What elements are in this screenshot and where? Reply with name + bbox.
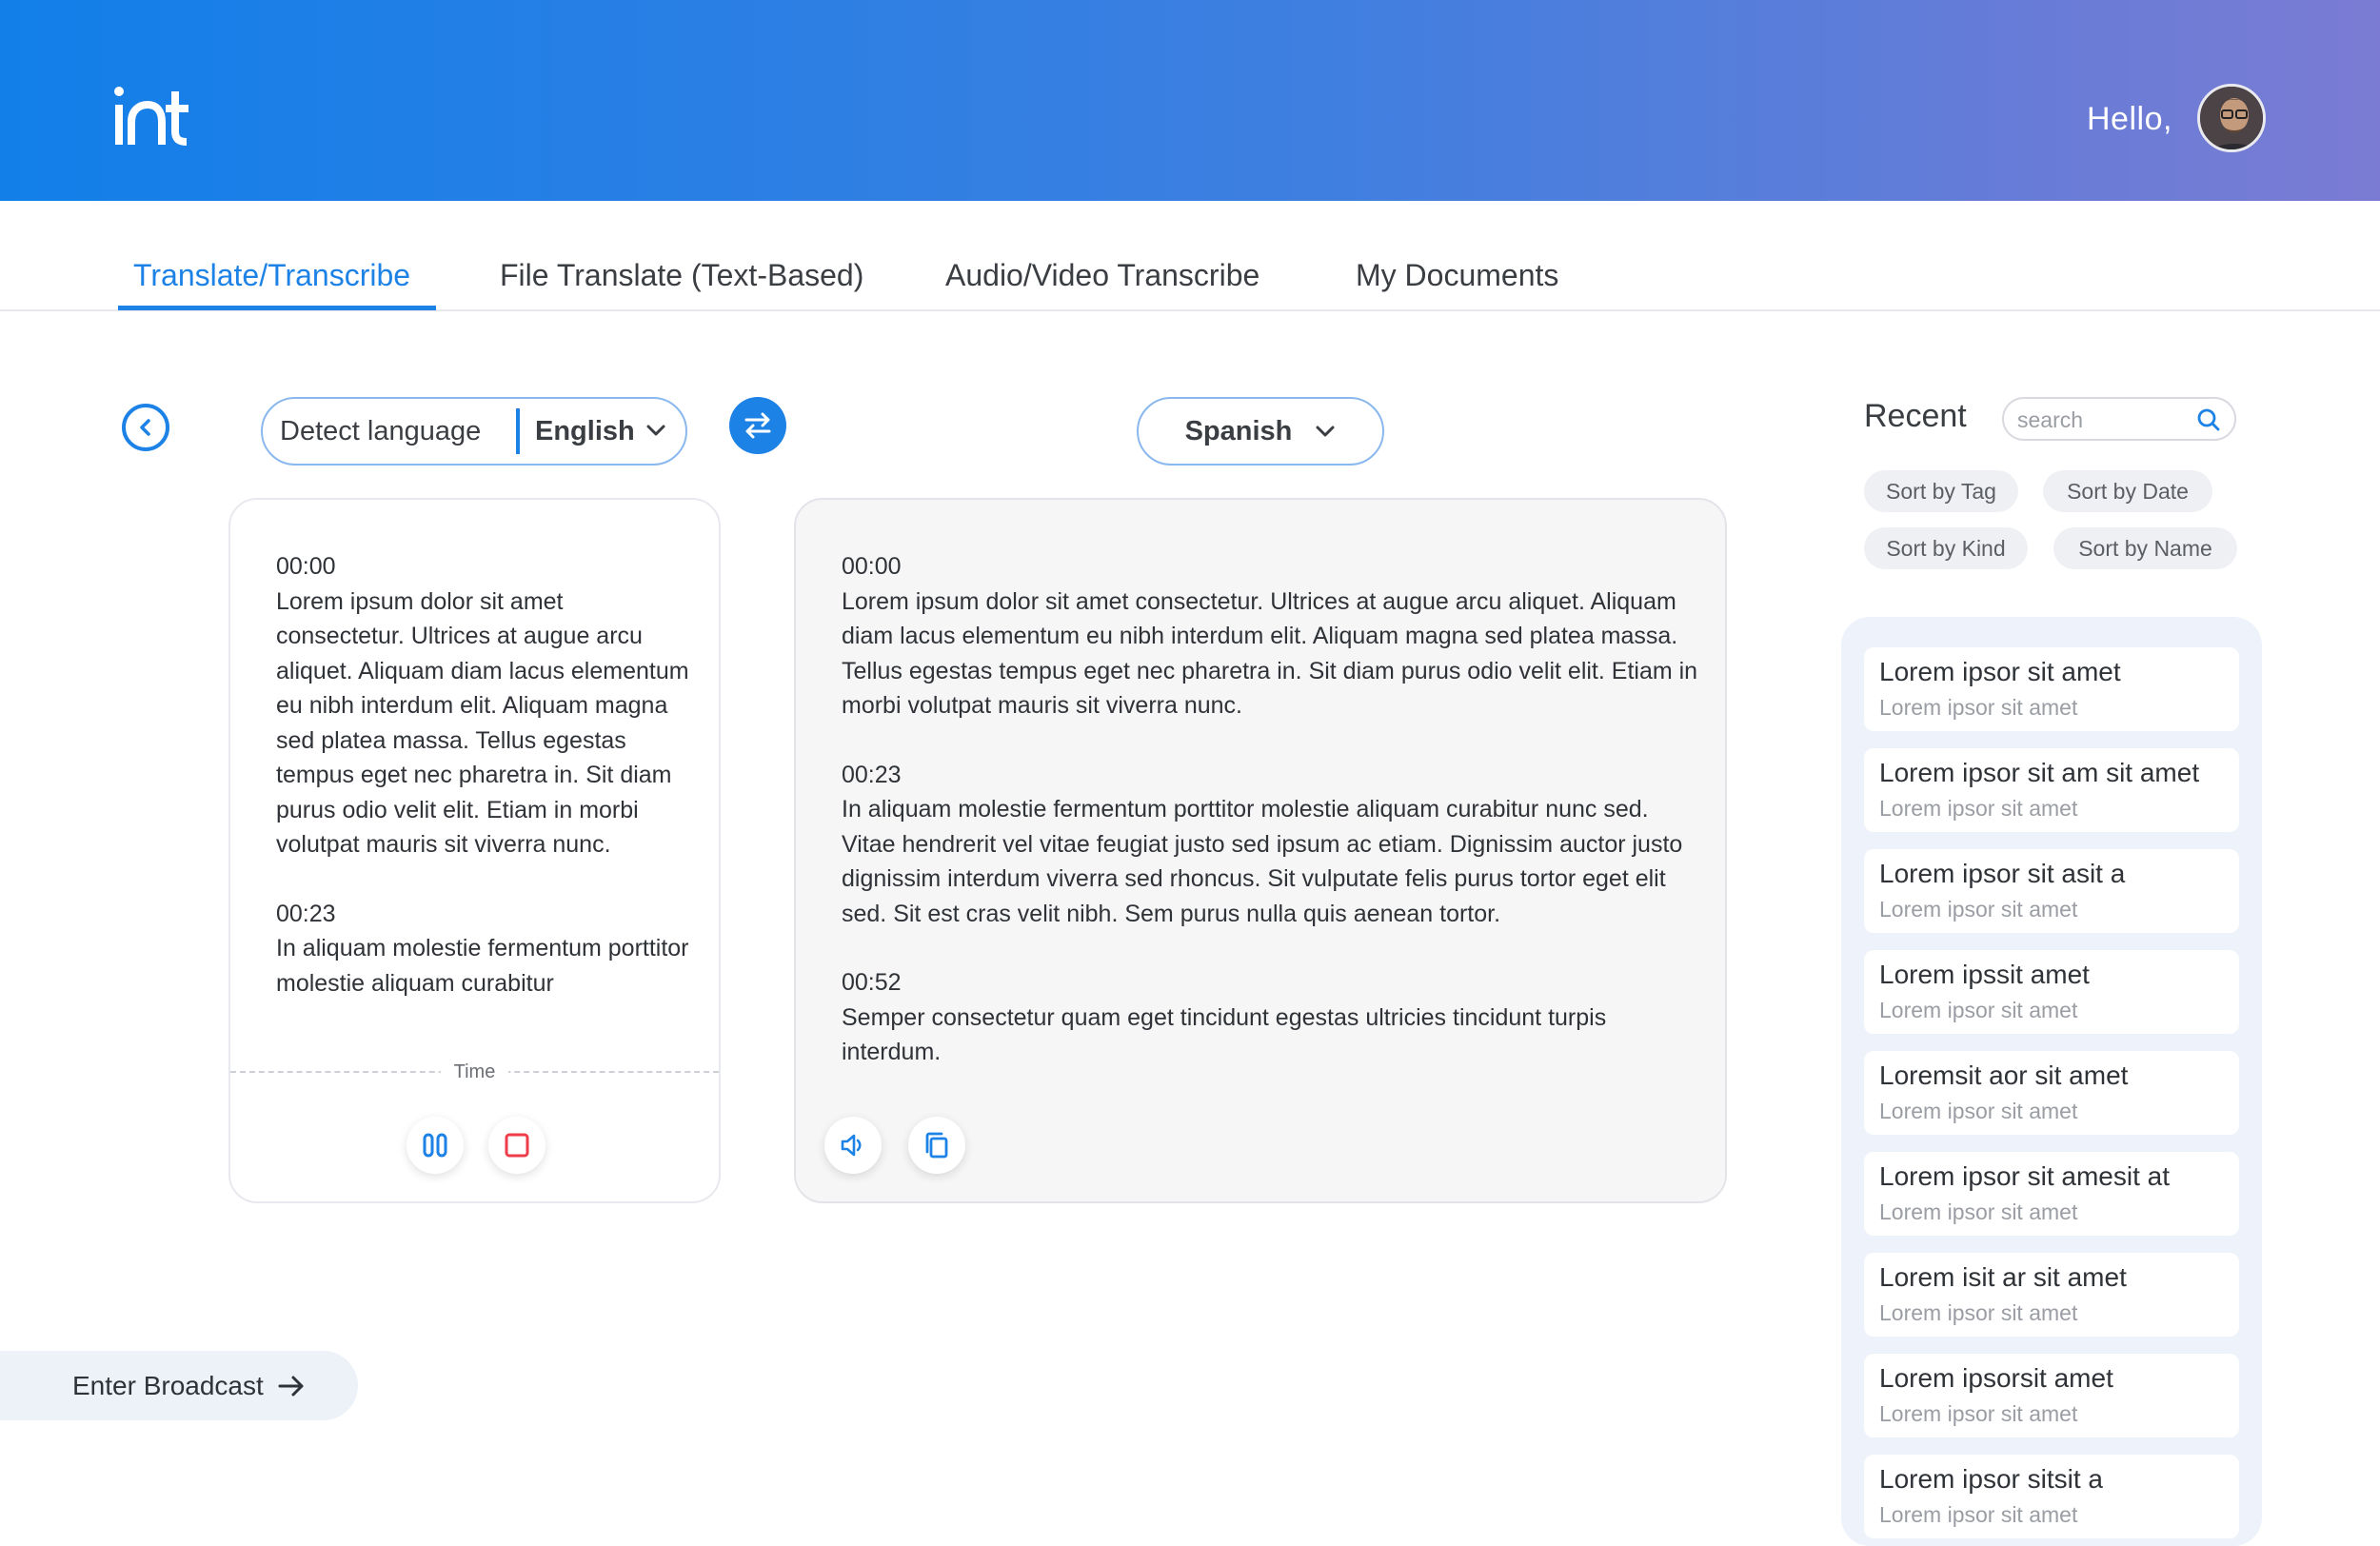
- recent-item-title: Lorem ipsor sit am sit amet: [1879, 758, 2200, 787]
- back-chevron-icon: [140, 419, 150, 436]
- main-tabs: Translate/Transcribe File Translate (Tex…: [0, 201, 2380, 311]
- recent-item-subtitle: Lorem ipsor sit amet: [1879, 796, 2078, 821]
- transcript-segment: 00:00 Lorem ipsum dolor sit amet consect…: [276, 549, 695, 862]
- recent-item[interactable]: Lorem ipsorsit amet Lorem ipsor sit amet: [1864, 1354, 2239, 1437]
- target-language-selector[interactable]: Spanish: [1137, 397, 1384, 466]
- swap-languages-button[interactable]: [729, 397, 786, 454]
- recent-item-title: Lorem ipssit amet: [1879, 960, 2090, 989]
- search-icon[interactable]: [2196, 407, 2221, 432]
- recent-item[interactable]: Lorem ipsor sit amet Lorem ipsor sit ame…: [1864, 647, 2239, 731]
- sort-by-name-button[interactable]: Sort by Name: [2053, 527, 2237, 569]
- recent-item-subtitle: Lorem ipsor sit amet: [1879, 998, 2078, 1022]
- tab-my-documents[interactable]: My Documents: [1340, 258, 1574, 310]
- recent-item[interactable]: Lorem ipsor sit asit a Lorem ipsor sit a…: [1864, 849, 2239, 933]
- greeting-text: Hello,: [2087, 101, 2172, 137]
- copy-icon: [925, 1132, 948, 1159]
- app-header: Hello,: [0, 0, 2380, 201]
- transcript-segment: 00:00 Lorem ipsum dolor sit amet consect…: [842, 549, 1698, 723]
- recent-item[interactable]: Lorem isit ar sit amet Lorem ipsor sit a…: [1864, 1253, 2239, 1337]
- recent-item-subtitle: Lorem ipsor sit amet: [1879, 1401, 2078, 1426]
- segment-text: Semper consectetur quam eget tincidunt e…: [842, 1003, 1607, 1066]
- transcript-segment: 00:52 Semper consectetur quam eget tinci…: [842, 965, 1698, 1070]
- chevron-down-icon[interactable]: [645, 424, 666, 437]
- recent-item-title: Lorem isit ar sit amet: [1879, 1262, 2127, 1292]
- recent-item-subtitle: Lorem ipsor sit amet: [1879, 1099, 2078, 1123]
- active-tab-indicator: [118, 306, 436, 310]
- recent-item-title: Lorem ipsor sit asit a: [1879, 859, 2126, 888]
- time-label: Time: [230, 1061, 719, 1083]
- recent-item-subtitle: Lorem ipsor sit amet: [1879, 1300, 2078, 1325]
- segment-text: In aliquam molestie fermentum porttitor …: [842, 796, 1683, 927]
- sort-by-date-button[interactable]: Sort by Date: [2043, 470, 2212, 512]
- recent-item-title: Lorem ipsorsit amet: [1879, 1363, 2113, 1393]
- segment-timestamp: 00:00: [842, 553, 902, 580]
- recent-item-title: Lorem ipsor sit amesit at: [1879, 1161, 2170, 1191]
- recent-item[interactable]: Lorem ipsor sit amesit at Lorem ipsor si…: [1864, 1152, 2239, 1236]
- segment-timestamp: 00:23: [276, 900, 336, 927]
- segment-text: Lorem ipsum dolor sit amet consectetur. …: [276, 587, 689, 859]
- time-label-text: Time: [440, 1061, 509, 1082]
- back-button[interactable]: [122, 404, 169, 451]
- recent-item-subtitle: Lorem ipsor sit amet: [1879, 1502, 2078, 1527]
- sort-by-kind-button[interactable]: Sort by Kind: [1864, 527, 2028, 569]
- chevron-down-icon[interactable]: [1315, 425, 1336, 438]
- source-language-value[interactable]: English: [535, 416, 635, 447]
- target-language-value[interactable]: Spanish: [1185, 416, 1293, 447]
- tab-translate-transcribe[interactable]: Translate/Transcribe: [118, 258, 426, 310]
- recent-item[interactable]: Lorem ipsor sitsit a Lorem ipsor sit ame…: [1864, 1455, 2239, 1538]
- recent-item[interactable]: Lorem ipssit amet Lorem ipsor sit amet: [1864, 950, 2239, 1034]
- segment-text: In aliquam molestie fermentum porttitor …: [276, 935, 689, 997]
- language-divider: [516, 408, 520, 454]
- source-language-selector[interactable]: Detect language English: [261, 397, 687, 466]
- recent-search-input[interactable]: [2017, 405, 2189, 435]
- recent-item-subtitle: Lorem ipsor sit amet: [1879, 897, 2078, 922]
- recent-item-subtitle: Lorem ipsor sit amet: [1879, 695, 2078, 720]
- swap-icon: [744, 412, 771, 439]
- tab-audio-video-transcribe[interactable]: Audio/Video Transcribe: [930, 258, 1275, 310]
- target-transcript: 00:00 Lorem ipsum dolor sit amet consect…: [842, 549, 1698, 1104]
- pause-icon: [423, 1133, 447, 1158]
- detect-language-label[interactable]: Detect language: [263, 416, 508, 447]
- recent-item[interactable]: Loremsit aor sit amet Lorem ipsor sit am…: [1864, 1051, 2239, 1135]
- sort-by-tag-button[interactable]: Sort by Tag: [1864, 470, 2018, 512]
- user-avatar[interactable]: [2197, 84, 2266, 152]
- stop-button[interactable]: [488, 1117, 545, 1174]
- recent-item-subtitle: Lorem ipsor sit amet: [1879, 1199, 2078, 1224]
- enter-broadcast-label: Enter Broadcast: [72, 1370, 264, 1400]
- pause-button[interactable]: [407, 1117, 464, 1174]
- recent-search[interactable]: [2002, 397, 2236, 441]
- segment-text: Lorem ipsum dolor sit amet consectetur. …: [842, 587, 1698, 720]
- speaker-icon: [841, 1134, 862, 1157]
- arrow-right-icon: [278, 1376, 304, 1396]
- source-transcript: 00:00 Lorem ipsum dolor sit amet consect…: [276, 549, 695, 1037]
- tab-file-translate[interactable]: File Translate (Text-Based): [485, 258, 879, 310]
- logo-icon[interactable]: [112, 84, 188, 147]
- avatar-face-icon: [2200, 87, 2263, 149]
- speak-button[interactable]: [824, 1117, 882, 1174]
- recent-item-title: Lorem ipsor sit amet: [1879, 657, 2121, 686]
- segment-timestamp: 00:00: [276, 553, 336, 580]
- recent-item-title: Loremsit aor sit amet: [1879, 1060, 2129, 1090]
- recent-title: Recent: [1864, 398, 1967, 434]
- segment-timestamp: 00:52: [842, 969, 902, 996]
- recent-list: Lorem ipsor sit amet Lorem ipsor sit ame…: [1841, 617, 2262, 1546]
- target-translation-panel: 00:00 Lorem ipsum dolor sit amet consect…: [794, 498, 1727, 1203]
- transcript-segment: 00:23 In aliquam molestie fermentum port…: [842, 758, 1698, 932]
- stop-icon: [505, 1133, 529, 1158]
- source-transcript-panel: 00:00 Lorem ipsum dolor sit amet consect…: [228, 498, 721, 1203]
- enter-broadcast-button[interactable]: Enter Broadcast: [0, 1351, 358, 1420]
- recent-item-title: Lorem ipsor sitsit a: [1879, 1464, 2103, 1494]
- transcript-segment: 00:23 In aliquam molestie fermentum port…: [276, 897, 695, 1001]
- segment-timestamp: 00:23: [842, 761, 902, 788]
- recent-item[interactable]: Lorem ipsor sit am sit amet Lorem ipsor …: [1864, 748, 2239, 832]
- copy-button[interactable]: [908, 1117, 965, 1174]
